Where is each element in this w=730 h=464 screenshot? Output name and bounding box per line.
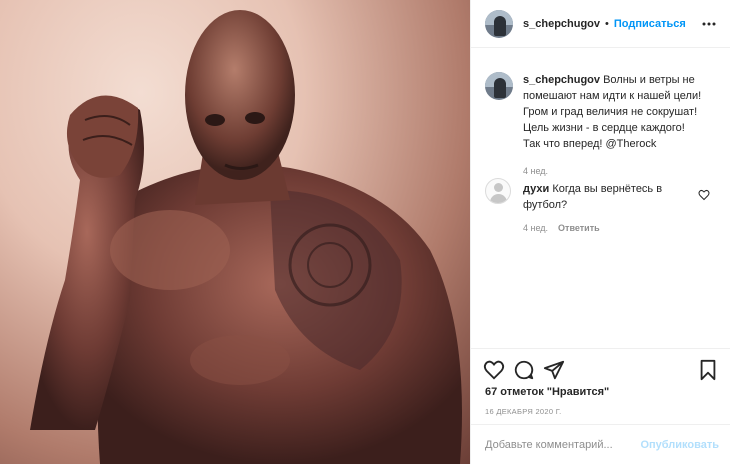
avatar-placeholder-head (494, 183, 503, 192)
comment-like-heart-icon[interactable] (698, 189, 710, 201)
commenter-avatar[interactable] (485, 178, 511, 204)
post-date[interactable]: 16 ДЕКАБРЯ 2020 Г. (485, 407, 562, 416)
comment-username[interactable]: духи (523, 183, 549, 195)
publish-button[interactable]: Опубликовать (640, 439, 719, 451)
caption-time[interactable]: 4 нед. (523, 166, 548, 176)
likes-count[interactable]: 67 отметок "Нравится" (485, 386, 609, 398)
post-actions (471, 348, 730, 388)
more-options-icon[interactable] (701, 16, 717, 32)
author-username[interactable]: s_chepchugov (523, 18, 600, 30)
comments-section: s_chepchugov Волны и ветры не помешают н… (471, 58, 730, 176)
avatar-figure (494, 78, 506, 98)
header-separator: • (605, 17, 609, 30)
photo-illustration (30, 10, 462, 464)
caption-row: s_chepchugov Волны и ветры не помешают н… (471, 58, 730, 176)
comment-meta: 4 нед. Ответить (523, 223, 600, 233)
add-comment-bar: Опубликовать (471, 424, 730, 464)
follow-button[interactable]: Подписаться (614, 18, 686, 30)
caption-meta: 4 нед. (523, 166, 703, 176)
comment-icon[interactable] (513, 359, 535, 381)
author-avatar[interactable] (485, 9, 513, 38)
comment-text: духи Когда вы вернётесь в футбол? (523, 181, 699, 213)
avatar-figure (494, 15, 506, 36)
post-sidebar: s_chepchugov • Подписаться s_chepchugov … (470, 0, 730, 464)
comment-time[interactable]: 4 нед. (523, 223, 548, 233)
post-header: s_chepchugov • Подписаться (471, 0, 730, 48)
heart-icon[interactable] (483, 359, 505, 381)
share-icon[interactable] (543, 359, 565, 381)
avatar-placeholder-body (490, 194, 507, 203)
caption-text: s_chepchugov Волны и ветры не помешают н… (523, 58, 703, 152)
post-container: s_chepchugov • Подписаться s_chepchugov … (0, 0, 730, 464)
reply-button[interactable]: Ответить (558, 223, 600, 233)
bookmark-icon[interactable] (697, 359, 719, 381)
comment-input[interactable] (485, 438, 641, 451)
post-photo[interactable] (0, 0, 470, 464)
caption-author-avatar[interactable] (485, 72, 513, 100)
caption-username[interactable]: s_chepchugov (523, 74, 600, 86)
